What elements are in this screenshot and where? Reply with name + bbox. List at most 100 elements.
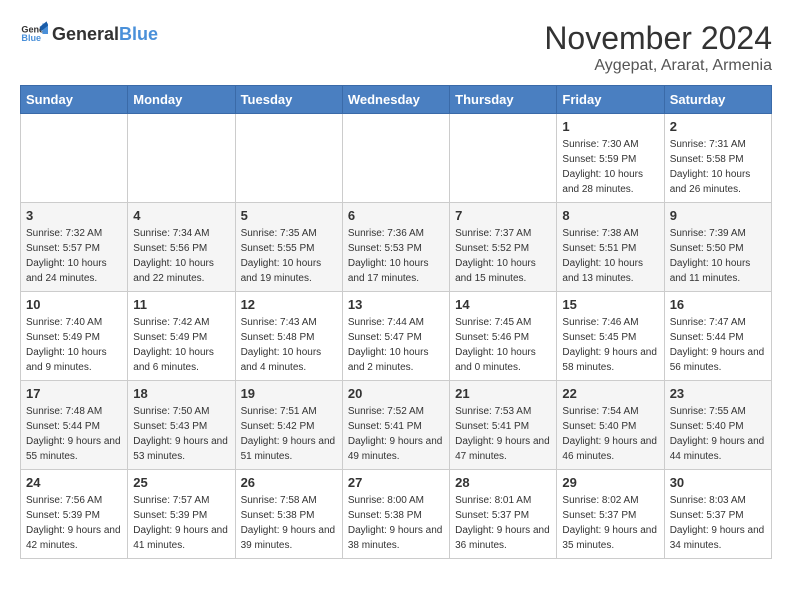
day-number: 1 xyxy=(562,119,658,134)
calendar-cell: 3 Sunrise: 7:32 AM Sunset: 5:57 PM Daylig… xyxy=(21,203,128,292)
day-number: 18 xyxy=(133,386,229,401)
calendar-cell: 26 Sunrise: 7:58 AM Sunset: 5:38 PM Dayli… xyxy=(235,470,342,559)
calendar-cell xyxy=(450,114,557,203)
day-info: Sunrise: 7:56 AM Sunset: 5:39 PM Dayligh… xyxy=(26,493,122,553)
day-info: Sunrise: 7:51 AM Sunset: 5:42 PM Dayligh… xyxy=(241,404,337,464)
day-info: Sunrise: 7:52 AM Sunset: 5:41 PM Dayligh… xyxy=(348,404,444,464)
day-number: 14 xyxy=(455,297,551,312)
calendar-cell: 23 Sunrise: 7:55 AM Sunset: 5:40 PM Dayli… xyxy=(664,381,771,470)
header-thursday: Thursday xyxy=(450,86,557,114)
calendar-cell: 16 Sunrise: 7:47 AM Sunset: 5:44 PM Dayli… xyxy=(664,292,771,381)
calendar-cell: 29Sunrise: 8:02 AM Sunset: 5:37 PM Dayli… xyxy=(557,470,664,559)
day-info: Sunrise: 7:40 AM Sunset: 5:49 PM Dayligh… xyxy=(26,315,122,375)
day-number: 28 xyxy=(455,475,551,490)
day-number: 3 xyxy=(26,208,122,223)
day-info: Sunrise: 7:55 AM Sunset: 5:40 PM Dayligh… xyxy=(670,404,766,464)
day-number: 12 xyxy=(241,297,337,312)
calendar-cell: 21 Sunrise: 7:53 AM Sunset: 5:41 PM Dayli… xyxy=(450,381,557,470)
day-info: Sunrise: 7:54 AM Sunset: 5:40 PM Dayligh… xyxy=(562,404,658,464)
calendar-week-1: 3 Sunrise: 7:32 AM Sunset: 5:57 PM Daylig… xyxy=(21,203,772,292)
calendar-cell: 24Sunrise: 7:56 AM Sunset: 5:39 PM Dayli… xyxy=(21,470,128,559)
calendar-week-0: 1 Sunrise: 7:30 AM Sunset: 5:59 PM Daylig… xyxy=(21,114,772,203)
header-friday: Friday xyxy=(557,86,664,114)
day-number: 9 xyxy=(670,208,766,223)
logo-text-blue: Blue xyxy=(119,24,158,45)
calendar-cell xyxy=(128,114,235,203)
day-number: 6 xyxy=(348,208,444,223)
day-info: Sunrise: 7:47 AM Sunset: 5:44 PM Dayligh… xyxy=(670,315,766,375)
day-info: Sunrise: 8:03 AM Sunset: 5:37 PM Dayligh… xyxy=(670,493,766,553)
day-number: 25 xyxy=(133,475,229,490)
svg-text:Blue: Blue xyxy=(21,33,41,43)
header-wednesday: Wednesday xyxy=(342,86,449,114)
month-title: November 2024 xyxy=(544,20,772,57)
day-number: 29 xyxy=(562,475,658,490)
header-tuesday: Tuesday xyxy=(235,86,342,114)
day-number: 17 xyxy=(26,386,122,401)
day-number: 11 xyxy=(133,297,229,312)
calendar-cell xyxy=(21,114,128,203)
day-info: Sunrise: 7:42 AM Sunset: 5:49 PM Dayligh… xyxy=(133,315,229,375)
calendar-cell: 27 Sunrise: 8:00 AM Sunset: 5:38 PM Dayli… xyxy=(342,470,449,559)
day-info: Sunrise: 7:37 AM Sunset: 5:52 PM Dayligh… xyxy=(455,226,551,286)
calendar-cell: 8 Sunrise: 7:38 AM Sunset: 5:51 PM Daylig… xyxy=(557,203,664,292)
calendar-cell: 22Sunrise: 7:54 AM Sunset: 5:40 PM Dayli… xyxy=(557,381,664,470)
calendar-cell: 1 Sunrise: 7:30 AM Sunset: 5:59 PM Daylig… xyxy=(557,114,664,203)
day-info: Sunrise: 7:31 AM Sunset: 5:58 PM Dayligh… xyxy=(670,137,766,197)
calendar-cell: 18Sunrise: 7:50 AM Sunset: 5:43 PM Dayli… xyxy=(128,381,235,470)
day-info: Sunrise: 8:01 AM Sunset: 5:37 PM Dayligh… xyxy=(455,493,551,553)
calendar-cell: 6 Sunrise: 7:36 AM Sunset: 5:53 PM Daylig… xyxy=(342,203,449,292)
day-number: 23 xyxy=(670,386,766,401)
day-info: Sunrise: 7:46 AM Sunset: 5:45 PM Dayligh… xyxy=(562,315,658,375)
calendar-cell: 4 Sunrise: 7:34 AM Sunset: 5:56 PM Daylig… xyxy=(128,203,235,292)
calendar-cell: 25Sunrise: 7:57 AM Sunset: 5:39 PM Dayli… xyxy=(128,470,235,559)
day-info: Sunrise: 7:58 AM Sunset: 5:38 PM Dayligh… xyxy=(241,493,337,553)
day-number: 27 xyxy=(348,475,444,490)
day-info: Sunrise: 7:36 AM Sunset: 5:53 PM Dayligh… xyxy=(348,226,444,286)
day-number: 21 xyxy=(455,386,551,401)
day-number: 10 xyxy=(26,297,122,312)
calendar-cell: 30 Sunrise: 8:03 AM Sunset: 5:37 PM Dayli… xyxy=(664,470,771,559)
day-number: 8 xyxy=(562,208,658,223)
day-info: Sunrise: 7:39 AM Sunset: 5:50 PM Dayligh… xyxy=(670,226,766,286)
logo-text-general: General xyxy=(52,24,119,45)
calendar-cell: 12Sunrise: 7:43 AM Sunset: 5:48 PM Dayli… xyxy=(235,292,342,381)
day-info: Sunrise: 8:00 AM Sunset: 5:38 PM Dayligh… xyxy=(348,493,444,553)
day-number: 19 xyxy=(241,386,337,401)
calendar-cell: 11 Sunrise: 7:42 AM Sunset: 5:49 PM Dayli… xyxy=(128,292,235,381)
header-monday: Monday xyxy=(128,86,235,114)
header-saturday: Saturday xyxy=(664,86,771,114)
calendar-cell: 17 Sunrise: 7:48 AM Sunset: 5:44 PM Dayli… xyxy=(21,381,128,470)
calendar-week-3: 17 Sunrise: 7:48 AM Sunset: 5:44 PM Dayli… xyxy=(21,381,772,470)
day-info: Sunrise: 7:30 AM Sunset: 5:59 PM Dayligh… xyxy=(562,137,658,197)
calendar-cell: 28 Sunrise: 8:01 AM Sunset: 5:37 PM Dayli… xyxy=(450,470,557,559)
calendar-cell: 9 Sunrise: 7:39 AM Sunset: 5:50 PM Daylig… xyxy=(664,203,771,292)
day-info: Sunrise: 7:32 AM Sunset: 5:57 PM Dayligh… xyxy=(26,226,122,286)
calendar-cell: 15Sunrise: 7:46 AM Sunset: 5:45 PM Dayli… xyxy=(557,292,664,381)
day-number: 20 xyxy=(348,386,444,401)
calendar-cell: 20 Sunrise: 7:52 AM Sunset: 5:41 PM Dayli… xyxy=(342,381,449,470)
day-number: 5 xyxy=(241,208,337,223)
day-info: Sunrise: 7:44 AM Sunset: 5:47 PM Dayligh… xyxy=(348,315,444,375)
calendar-cell: 13 Sunrise: 7:44 AM Sunset: 5:47 PM Dayli… xyxy=(342,292,449,381)
day-number: 30 xyxy=(670,475,766,490)
logo: General Blue General Blue xyxy=(20,20,158,48)
day-info: Sunrise: 7:48 AM Sunset: 5:44 PM Dayligh… xyxy=(26,404,122,464)
logo-icon: General Blue xyxy=(20,20,48,48)
calendar-cell: 5 Sunrise: 7:35 AM Sunset: 5:55 PM Daylig… xyxy=(235,203,342,292)
day-info: Sunrise: 7:53 AM Sunset: 5:41 PM Dayligh… xyxy=(455,404,551,464)
day-info: Sunrise: 7:38 AM Sunset: 5:51 PM Dayligh… xyxy=(562,226,658,286)
day-number: 26 xyxy=(241,475,337,490)
calendar-cell xyxy=(235,114,342,203)
day-number: 13 xyxy=(348,297,444,312)
calendar-cell: 7Sunrise: 7:37 AM Sunset: 5:52 PM Daylig… xyxy=(450,203,557,292)
title-block: November 2024 Aygepat, Ararat, Armenia xyxy=(544,20,772,75)
calendar-week-2: 10 Sunrise: 7:40 AM Sunset: 5:49 PM Dayli… xyxy=(21,292,772,381)
calendar-cell: 14Sunrise: 7:45 AM Sunset: 5:46 PM Dayli… xyxy=(450,292,557,381)
day-info: Sunrise: 7:34 AM Sunset: 5:56 PM Dayligh… xyxy=(133,226,229,286)
day-number: 16 xyxy=(670,297,766,312)
calendar-week-4: 24Sunrise: 7:56 AM Sunset: 5:39 PM Dayli… xyxy=(21,470,772,559)
day-info: Sunrise: 7:35 AM Sunset: 5:55 PM Dayligh… xyxy=(241,226,337,286)
day-number: 4 xyxy=(133,208,229,223)
header-row: Sunday Monday Tuesday Wednesday Thursday… xyxy=(21,86,772,114)
